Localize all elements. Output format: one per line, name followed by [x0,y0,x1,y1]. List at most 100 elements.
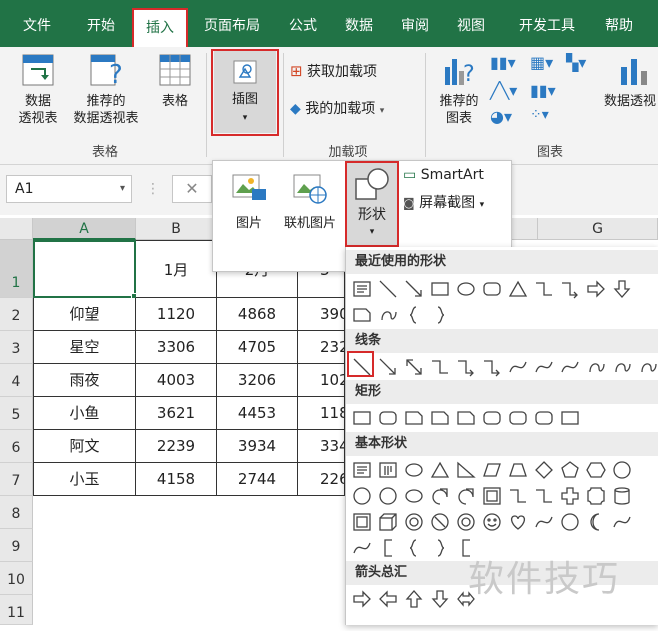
pivot-table-button[interactable]: 数据 透视表 [10,53,66,127]
rrect-shape-icon[interactable] [377,407,399,429]
line-chart-icon[interactable]: ╱╲▾ [490,81,517,100]
teardrop-shape-icon[interactable] [455,485,477,507]
elbow-shape-icon[interactable] [533,278,555,300]
statistic-chart-icon[interactable]: ▮▮▾ [530,81,556,100]
data-cell[interactable]: 390 [298,298,345,331]
data-cell[interactable]: 4453 [217,397,298,430]
data-cell[interactable]: 小玉 [33,463,136,496]
arrowline-shape-icon[interactable] [377,356,399,378]
row-header-9[interactable]: 9 [0,529,33,562]
diamond-shape-icon[interactable] [533,459,555,481]
tab-data[interactable]: 数据 [336,0,382,47]
elbowarrow-shape-icon[interactable] [559,278,581,300]
rrect-shape-icon[interactable] [507,407,529,429]
elbow-shape-icon[interactable] [533,485,555,507]
tab-file[interactable]: 文件 [8,0,66,47]
row-header-8[interactable]: 8 [0,496,33,529]
data-cell[interactable]: 334 [298,430,345,463]
picture-button[interactable]: 图片 [221,169,277,232]
arrowline-shape-icon[interactable] [403,278,425,300]
donut-shape-icon[interactable] [455,511,477,533]
data-cell[interactable]: 4003 [136,364,217,397]
row-header-11[interactable]: 11 [0,595,33,625]
curve-shape-icon[interactable] [533,356,555,378]
data-cell[interactable]: 118 [298,397,345,430]
tab-view[interactable]: 视图 [448,0,494,47]
curve-shape-icon[interactable] [559,356,581,378]
cross-shape-icon[interactable] [559,485,581,507]
brace2-shape-icon[interactable] [429,537,451,559]
can-shape-icon[interactable] [611,485,633,507]
circ-shape-icon[interactable] [611,459,633,481]
waterfall-chart-icon[interactable]: ▚▾ [566,53,586,72]
tri-shape-icon[interactable] [429,459,451,481]
brace2-shape-icon[interactable] [429,304,451,326]
donut-shape-icon[interactable] [403,511,425,533]
smartart-button[interactable]: ▭ SmartArt [403,167,507,184]
snip-shape-icon[interactable] [351,304,373,326]
elbow-shape-icon[interactable] [429,356,451,378]
rect-shape-icon[interactable] [559,407,581,429]
data-cell[interactable]: 仰望 [33,298,136,331]
column-chart-icon[interactable]: ▮▮▾ [490,53,516,72]
tab-page-layout[interactable]: 页面布局 [196,0,268,47]
rarrow-shape-icon[interactable] [585,278,607,300]
plaque-shape-icon[interactable] [585,485,607,507]
tab-home[interactable]: 开始 [72,0,130,47]
frame-shape-icon[interactable] [351,511,373,533]
row-header-6[interactable]: 6 [0,430,33,463]
data-cell[interactable]: 3934 [217,430,298,463]
data-cell[interactable]: 102 [298,364,345,397]
curve-shape-icon[interactable] [533,511,555,533]
snip-shape-icon[interactable] [403,407,425,429]
name-box[interactable]: A1 ▾ [6,175,132,203]
elbowarrow-shape-icon[interactable] [481,356,503,378]
textbox-shape-icon[interactable] [351,459,373,481]
dblarrow-shape-icon[interactable] [403,356,425,378]
select-all-corner[interactable] [0,218,33,240]
smile-shape-icon[interactable] [481,511,503,533]
data-cell[interactable]: 3306 [136,331,217,364]
curve-shape-icon[interactable] [351,537,373,559]
tab-formulas[interactable]: 公式 [280,0,326,47]
data-cell[interactable]: 226 [298,463,345,496]
column-header-b[interactable]: B [136,218,217,240]
rtri-shape-icon[interactable] [455,459,477,481]
tri-shape-icon[interactable] [507,278,529,300]
rrect-shape-icon[interactable] [481,278,503,300]
trap-shape-icon[interactable] [507,459,529,481]
data-cell[interactable]: 2744 [217,463,298,496]
cancel-icon[interactable]: ✕ [172,175,212,203]
bracket-shape-icon[interactable] [377,537,399,559]
circ-shape-icon[interactable] [351,485,373,507]
frame-shape-icon[interactable] [481,485,503,507]
screenshot-button[interactable]: ◙ 屏幕截图 ▾ [403,195,507,214]
column-header-a[interactable]: A [33,218,136,240]
row-header-2[interactable]: 2 [0,298,33,331]
brace1-shape-icon[interactable] [403,304,425,326]
freeform-shape-icon[interactable] [637,356,658,378]
data-cell[interactable]: 星空 [33,331,136,364]
curve-shape-icon[interactable] [611,511,633,533]
elbowarrow-shape-icon[interactable] [455,356,477,378]
data-cell[interactable]: 雨夜 [33,364,136,397]
row-header-7[interactable]: 7 [0,463,33,496]
data-cell[interactable]: 3206 [217,364,298,397]
para-shape-icon[interactable] [481,459,503,481]
row-header-3[interactable]: 3 [0,331,33,364]
snip-shape-icon[interactable] [429,407,451,429]
rect-shape-icon[interactable] [351,407,373,429]
recommended-charts-button[interactable]: ? 推荐的 图表 [432,53,486,127]
line-shape-icon[interactable] [377,278,399,300]
data-cell[interactable]: 小鱼 [33,397,136,430]
rect-shape-icon[interactable] [429,278,451,300]
freeform-shape-icon[interactable] [377,304,399,326]
darrow-shape-icon[interactable] [611,278,633,300]
darrow-shape-icon[interactable] [429,588,451,610]
heart-shape-icon[interactable] [507,511,529,533]
row-header-1[interactable]: 1 [0,240,33,298]
curve-shape-icon[interactable] [507,356,529,378]
cell-b1[interactable]: 1月 [136,240,217,298]
textbox-shape-icon[interactable] [351,278,373,300]
rarrow-shape-icon[interactable] [351,588,373,610]
